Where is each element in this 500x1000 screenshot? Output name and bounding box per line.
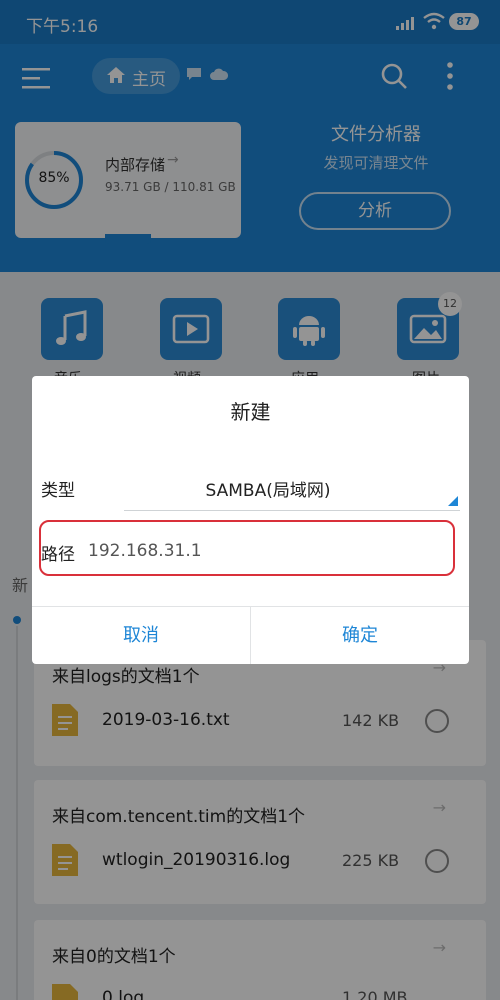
type-underline: [124, 510, 460, 511]
path-input[interactable]: [88, 538, 408, 564]
new-connection-dialog: 新建 类型 SAMBA(局域网) 路径 取消 确定: [32, 376, 469, 664]
confirm-button[interactable]: 确定: [251, 607, 469, 664]
dialog-title: 新建: [230, 400, 271, 424]
dropdown-corner-icon[interactable]: [448, 496, 458, 506]
type-select[interactable]: SAMBA(局域网): [124, 476, 412, 501]
path-label: 路径: [41, 545, 75, 565]
type-label: 类型: [41, 481, 75, 501]
cancel-button[interactable]: 取消: [32, 607, 250, 664]
